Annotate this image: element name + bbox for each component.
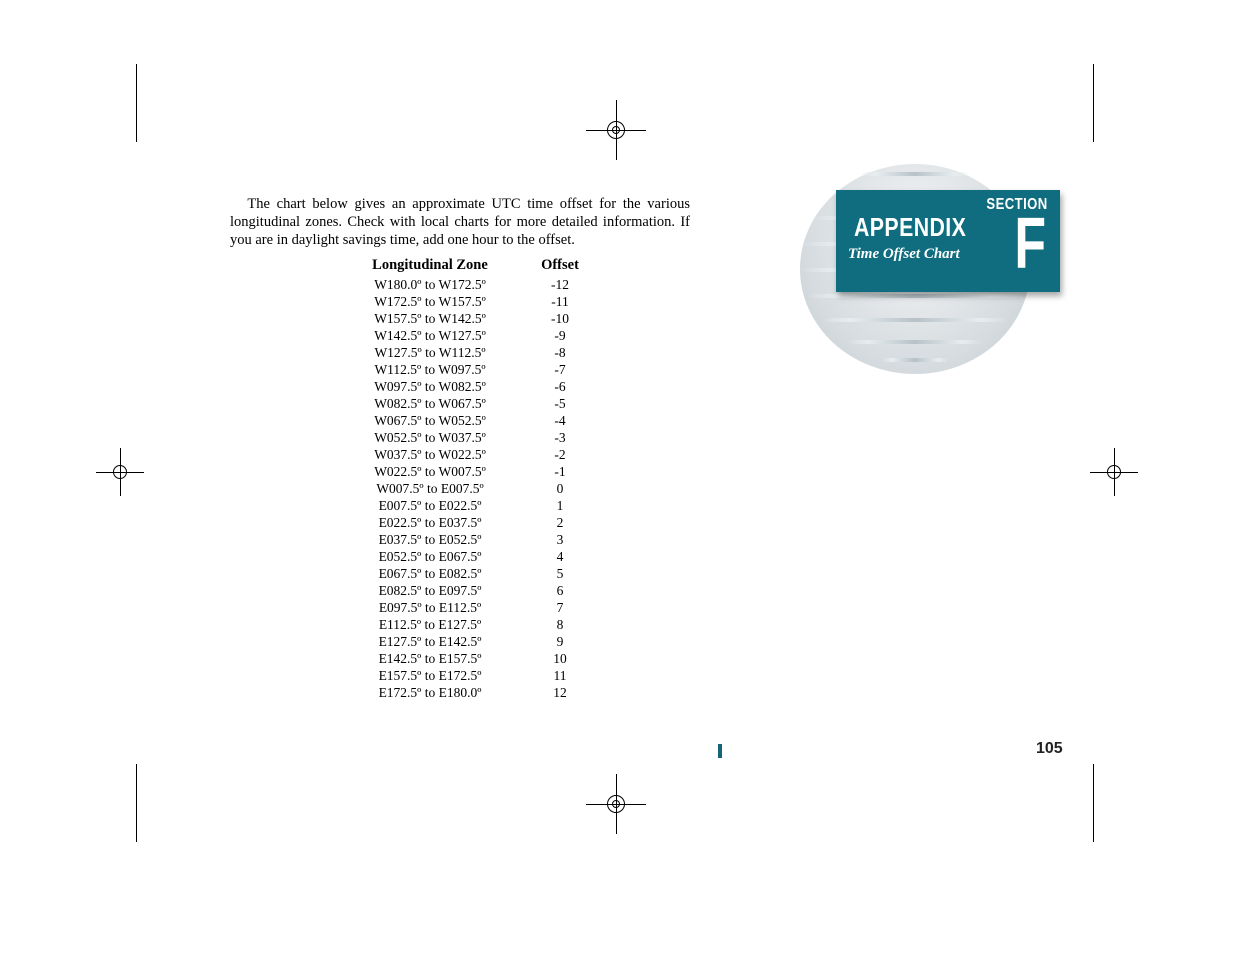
offset-cell: -11 [530,293,590,310]
table-row: E127.5º to E142.5º9 [330,633,590,650]
table-row: W007.5º to E007.5º0 [330,480,590,497]
table-row: E022.5º to E037.5º2 [330,514,590,531]
offset-cell: 4 [530,548,590,565]
offset-cell: 11 [530,667,590,684]
table-row: W180.0º to W172.5º-12 [330,276,590,293]
offset-cell: -5 [530,395,590,412]
crop-mark-icon [136,764,137,842]
table-row: E157.5º to E172.5º11 [330,667,590,684]
table-row: W142.5º to W127.5º-9 [330,327,590,344]
crop-mark-icon [1093,764,1094,842]
registration-mark-icon [96,448,144,496]
zone-cell: E172.5º to E180.0º [330,684,530,701]
table-row: W127.5º to W112.5º-8 [330,344,590,361]
registration-mark-icon [586,100,646,160]
zone-cell: W007.5º to E007.5º [330,480,530,497]
zone-cell: E112.5º to E127.5º [330,616,530,633]
table-row: E067.5º to E082.5º5 [330,565,590,582]
table-row: E052.5º to E067.5º4 [330,548,590,565]
offset-cell: 2 [530,514,590,531]
offset-cell: 5 [530,565,590,582]
offset-cell: -9 [530,327,590,344]
zone-cell: E022.5º to E037.5º [330,514,530,531]
table-row: W112.5º to W097.5º-7 [330,361,590,378]
zone-cell: W082.5º to W067.5º [330,395,530,412]
zone-cell: E007.5º to E022.5º [330,497,530,514]
offset-cell: 1 [530,497,590,514]
zone-cell: E127.5º to E142.5º [330,633,530,650]
offset-cell: -6 [530,378,590,395]
table-row: W172.5º to W157.5º-11 [330,293,590,310]
appendix-subtitle: Time Offset Chart [848,246,960,263]
table-row: E097.5º to E112.5º7 [330,599,590,616]
col-header-offset: Offset [530,257,590,276]
table-row: W022.5º to W007.5º-1 [330,463,590,480]
zone-cell: E037.5º to E052.5º [330,531,530,548]
col-header-zone: Longitudinal Zone [330,257,530,276]
offset-cell: -12 [530,276,590,293]
page-body: The chart below gives an approximate UTC… [230,195,690,701]
offset-cell: 3 [530,531,590,548]
offset-cell: -10 [530,310,590,327]
zone-cell: E082.5º to E097.5º [330,582,530,599]
footer-divider-icon [718,744,722,758]
zone-cell: W172.5º to W157.5º [330,293,530,310]
registration-mark-icon [1090,448,1138,496]
table-row: E112.5º to E127.5º8 [330,616,590,633]
zone-cell: W037.5º to W022.5º [330,446,530,463]
zone-cell: W157.5º to W142.5º [330,310,530,327]
zone-cell: W067.5º to W052.5º [330,412,530,429]
table-row: W157.5º to W142.5º-10 [330,310,590,327]
offset-cell: -7 [530,361,590,378]
offset-cell: 0 [530,480,590,497]
table-row: W052.5º to W037.5º-3 [330,429,590,446]
registration-mark-icon [586,774,646,834]
zone-cell: E097.5º to E112.5º [330,599,530,616]
offset-cell: 6 [530,582,590,599]
crop-mark-icon [136,64,137,142]
zone-cell: W052.5º to W037.5º [330,429,530,446]
section-badge: APPENDIX Time Offset Chart SECTION F [836,190,1060,292]
zone-cell: E067.5º to E082.5º [330,565,530,582]
zone-cell: W142.5º to W127.5º [330,327,530,344]
table-row: W097.5º to W082.5º-6 [330,378,590,395]
section-letter: F [1014,208,1046,280]
page-number: 105 [1036,740,1063,758]
table-row: E172.5º to E180.0º12 [330,684,590,701]
zone-cell: W127.5º to W112.5º [330,344,530,361]
offset-cell: 12 [530,684,590,701]
offset-cell: 7 [530,599,590,616]
zone-cell: W180.0º to W172.5º [330,276,530,293]
offset-cell: -2 [530,446,590,463]
offset-cell: 8 [530,616,590,633]
offset-cell: -3 [530,429,590,446]
offset-cell: -4 [530,412,590,429]
table-row: E037.5º to E052.5º3 [330,531,590,548]
offset-cell: 10 [530,650,590,667]
side-panel: APPENDIX Time Offset Chart SECTION F 105 [718,170,1078,750]
zone-cell: W112.5º to W097.5º [330,361,530,378]
appendix-label: APPENDIX [854,212,966,243]
zone-cell: W022.5º to W007.5º [330,463,530,480]
offset-cell: -1 [530,463,590,480]
zone-cell: W097.5º to W082.5º [330,378,530,395]
zone-cell: E157.5º to E172.5º [330,667,530,684]
table-row: E007.5º to E022.5º1 [330,497,590,514]
intro-paragraph: The chart below gives an approximate UTC… [230,195,690,249]
table-row: W067.5º to W052.5º-4 [330,412,590,429]
offset-cell: -8 [530,344,590,361]
crop-mark-icon [1093,64,1094,142]
table-row: E082.5º to E097.5º6 [330,582,590,599]
offset-table: Longitudinal Zone Offset W180.0º to W172… [330,257,690,701]
table-row: W082.5º to W067.5º-5 [330,395,590,412]
table-row: W037.5º to W022.5º-2 [330,446,590,463]
zone-cell: E052.5º to E067.5º [330,548,530,565]
offset-cell: 9 [530,633,590,650]
zone-cell: E142.5º to E157.5º [330,650,530,667]
table-row: E142.5º to E157.5º10 [330,650,590,667]
